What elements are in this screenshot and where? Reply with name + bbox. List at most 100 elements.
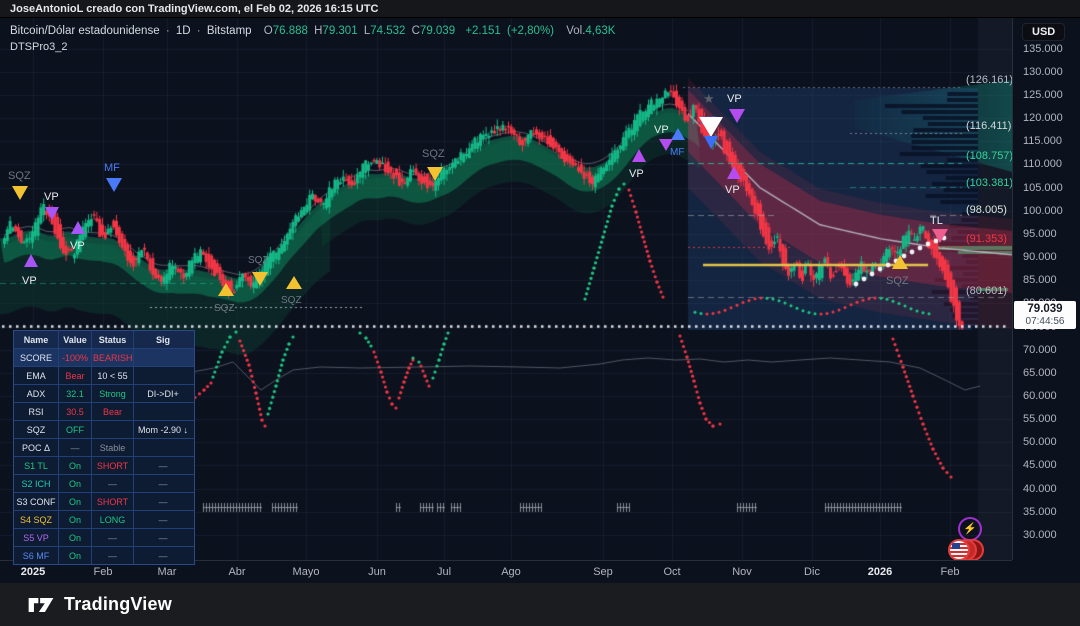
table-cell: 32.1 [58,385,91,402]
table-cell: On [58,547,91,564]
chart-annotation-label: VP [727,93,742,105]
price-level-label: (103.381) [966,177,1013,189]
us-flag-icon[interactable] [948,539,970,561]
table-cell [133,403,192,420]
table-cell: S4 SQZ [14,511,58,528]
signal-triangle-down-icon [252,272,268,286]
table-cell: — [133,511,192,528]
chart-annotation-label: SQZ [248,255,269,266]
tradingview-logo-icon [26,593,56,617]
table-cell [133,349,192,366]
table-cell: — [91,547,133,564]
table-row: S6 MFOn—— [14,546,194,564]
chart-annotation-label: VP [44,191,59,203]
signal-triangle-up-icon [218,283,234,296]
time-tick-label: Feb [94,566,113,578]
signal-triangle-down-icon [704,136,718,149]
time-tick-label: Nov [732,566,752,578]
price-axis[interactable]: USD 79.039 07:44:56 135.000130.000125.00… [1012,18,1080,560]
table-cell: — [133,475,192,492]
interval-label[interactable]: 1D [176,25,191,37]
table-header-cell: Status [91,331,133,348]
table-row: S1 TLOnSHORT— [14,456,194,474]
table-cell: EMA [14,367,58,384]
time-tick-label: Jun [368,566,386,578]
table-cell: S1 TL [14,457,58,474]
table-cell: Bear [91,403,133,420]
table-row: S5 VPOn—— [14,528,194,546]
attribution-text: JoseAntonioL creado con TradingView.com,… [10,3,378,15]
table-cell: — [133,547,192,564]
change-pct: (+2,80%) [507,25,554,37]
price-tick-label: 90.000 [1023,251,1057,263]
table-row: SCORE-100%BEARISH [14,348,194,366]
price-tick-label: 125.000 [1023,89,1063,101]
table-cell: BEARISH [91,349,133,366]
price-tick-label: 35.000 [1023,506,1057,518]
price-tick-label: 95.000 [1023,228,1057,240]
chart-annotation-label: SQZ [422,148,445,160]
table-row: EMABear10 < 55 [14,366,194,384]
tradingview-logo[interactable]: TradingView [26,593,172,617]
symbol-name[interactable]: Bitcoin/Dólar estadounidense [10,25,160,37]
price-level-label: (98.005) [966,204,1007,216]
price-tick-label: 120.000 [1023,112,1063,124]
open-value: 76.888 [273,25,308,37]
table-header-cell: Name [14,331,58,348]
price-tick-label: 70.000 [1023,344,1057,356]
high-value: 79.301 [322,25,357,37]
price-tick-label: 40.000 [1023,483,1057,495]
table-row: SQZOFFMom -2.90 ↓ [14,420,194,438]
table-cell: SQZ [14,421,58,438]
chart-annotation-label: MF [104,162,120,174]
chart-annotation-label: TL [930,215,943,227]
table-cell: — [58,439,91,456]
countdown-timer: 07:44:56 [1014,316,1076,327]
table-cell: On [58,529,91,546]
time-tick-label: Mar [158,566,177,578]
table-cell: S2 ICH [14,475,58,492]
lightning-icon[interactable]: ⚡ [958,517,982,541]
price-tick-label: 100.000 [1023,205,1063,217]
exchange-label[interactable]: Bitstamp [207,25,252,37]
time-tick-label: Feb [941,566,960,578]
sticker-group[interactable]: ⚡ [948,517,992,563]
volume-label: Vol. [566,25,585,37]
signal-triangle-down-icon [427,167,443,181]
currency-toggle-button[interactable]: USD [1022,23,1065,41]
indicator-name[interactable]: DTSPro3_2 [10,41,67,53]
table-cell: LONG [91,511,133,528]
table-cell: — [133,529,192,546]
table-row: RSI30.5Bear [14,402,194,420]
price-level-label: (116.411) [966,120,1011,132]
price-tick-label: 135.000 [1023,43,1063,55]
tradingview-brand-text: TradingView [64,594,172,615]
table-cell: POC Δ [14,439,58,456]
signal-triangle-up-icon [632,149,646,162]
chart-annotation-label: SQZ [281,295,302,306]
table-cell: 30.5 [58,403,91,420]
table-cell: On [58,457,91,474]
price-tick-label: 115.000 [1023,135,1062,147]
table-cell: Mom -2.90 ↓ [133,421,192,438]
symbol-header[interactable]: Bitcoin/Dólar estadounidense · 1D · Bits… [10,25,618,37]
price-tick-label: 130.000 [1023,66,1063,78]
signal-triangle-down-icon [699,117,723,137]
tradingview-snapshot: JoseAntonioL creado con TradingView.com,… [0,0,1080,626]
table-cell: — [91,475,133,492]
signal-triangle-down-icon [932,229,948,243]
table-cell: SCORE [14,349,58,366]
volume-value: 4,63K [585,25,615,37]
signal-star-icon: ★ [703,91,715,107]
table-cell [133,367,192,384]
chart-annotation-label: SQZ [886,275,909,287]
change-value: +2.151 [465,25,501,37]
price-tick-label: 65.000 [1023,367,1057,379]
footer-bar: TradingView [0,583,1080,626]
table-cell: On [58,493,91,510]
table-cell: SHORT [91,493,133,510]
price-tick-label: 30.000 [1023,529,1057,541]
time-tick-label: Dic [804,566,820,578]
time-tick-label: Ago [501,566,521,578]
price-tick-label: 105.000 [1023,182,1063,194]
